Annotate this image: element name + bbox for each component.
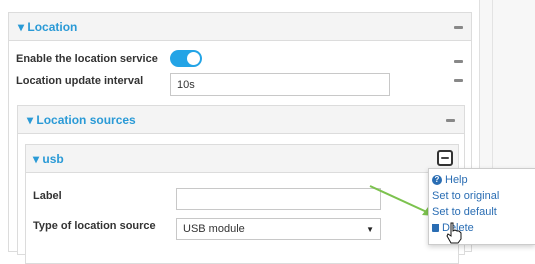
toggle-knob [187,52,200,65]
usb-menu-dash-icon [441,157,449,159]
hand-cursor-icon [446,222,462,244]
usb-menu-button[interactable] [437,150,453,166]
usb-type-select[interactable]: USB module ▼ [176,218,381,240]
usb-header[interactable]: ▾ usb [26,145,458,173]
help-icon: ? [432,175,442,185]
enable-location-label: Enable the location service [16,53,158,65]
enable-location-dash-icon[interactable] [454,60,463,63]
usb-type-value: USB module [183,223,245,235]
usb-type-label: Type of location source [33,220,156,232]
location-sources-panel: ▾ Location sources ▾ usb Label Type of l… [17,105,465,264]
interval-dash-icon[interactable] [454,79,463,82]
usb-title[interactable]: ▾ usb [33,152,64,166]
location-sources-title[interactable]: ▾ Location sources [27,113,136,127]
interval-input[interactable]: 10s [170,73,390,96]
enable-location-toggle[interactable] [170,50,202,67]
menu-set-original[interactable]: Set to original [429,188,535,204]
menu-help[interactable]: ? Help [429,172,535,188]
menu-help-label: Help [445,174,468,186]
interval-label: Location update interval [16,75,144,87]
dropdown-caret-icon: ▼ [366,224,374,234]
menu-set-default[interactable]: Set to default [429,204,535,220]
hand-cursor-shape [446,222,462,244]
location-header[interactable]: ▾ Location [9,13,471,41]
arrow-line [369,185,430,214]
trash-icon [432,224,439,232]
usb-label-input[interactable] [176,188,381,210]
location-menu-dash-icon[interactable] [454,26,463,29]
location-sources-header[interactable]: ▾ Location sources [18,106,464,134]
location-sources-dash-icon[interactable] [446,119,455,122]
location-title[interactable]: ▾ Location [18,20,77,34]
usb-label-label: Label [33,190,62,202]
